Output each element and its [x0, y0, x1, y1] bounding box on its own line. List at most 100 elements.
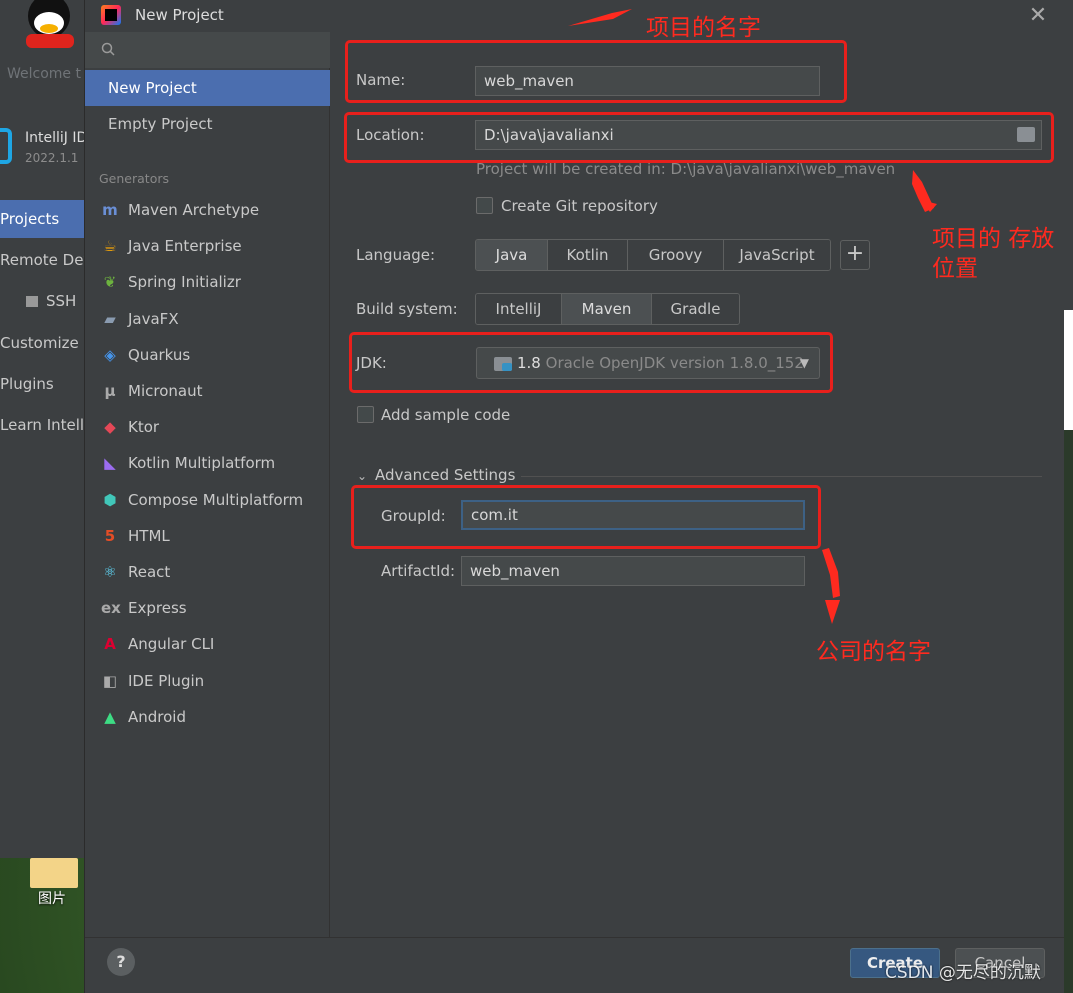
- artifactid-field[interactable]: web_maven: [461, 556, 805, 586]
- generator-item[interactable]: ex Express: [85, 590, 330, 626]
- search-input[interactable]: [85, 32, 330, 68]
- generator-item[interactable]: ▰ JavaFX: [85, 301, 330, 337]
- welcome-app-name: IntelliJ ID: [25, 130, 84, 146]
- language-option-groovy[interactable]: Groovy: [628, 240, 724, 270]
- generator-label: Express: [128, 599, 187, 618]
- annotation-box-location: [344, 112, 1054, 163]
- generator-item[interactable]: ◧ IDE Plugin: [85, 663, 330, 699]
- build-option-gradle[interactable]: Gradle: [652, 294, 739, 324]
- generator-label: Micronaut: [128, 382, 203, 400]
- annotation-box-jdk: [349, 332, 833, 393]
- generators-header: Generators: [99, 171, 169, 186]
- generator-label: Angular CLI: [128, 635, 215, 654]
- generator-item[interactable]: ◆ Ktor: [85, 409, 330, 445]
- welcome-title: Welcome t: [7, 66, 81, 82]
- generator-label: Kotlin Multiplatform: [128, 454, 276, 473]
- advanced-settings-toggle[interactable]: Advanced Settings: [375, 466, 515, 484]
- csdn-watermark: CSDN @无尽的沉默: [885, 963, 1041, 983]
- language-selector: Java Kotlin Groovy JavaScript: [475, 239, 831, 271]
- compose-icon: ⬢: [103, 490, 117, 509]
- generator-label: HTML: [128, 526, 170, 545]
- generator-label: JavaFX: [128, 309, 179, 328]
- maven-icon: m: [102, 201, 118, 219]
- generator-label: Compose Multiplatform: [128, 490, 304, 509]
- welcome-window: Welcome t IntelliJ ID 2022.1.1 Projects …: [0, 0, 84, 858]
- build-system-label: Build system:: [356, 300, 458, 318]
- quarkus-icon: ◈: [104, 345, 116, 364]
- generator-label: Maven Archetype: [128, 201, 260, 219]
- welcome-nav-customize[interactable]: Customize: [0, 324, 84, 362]
- generator-label: Android: [128, 707, 186, 726]
- search-icon: [101, 42, 115, 56]
- terminal-icon: [26, 296, 38, 307]
- dialog-titlebar: New Project ✕: [85, 0, 1064, 32]
- create-git-checkbox[interactable]: [476, 197, 493, 214]
- android-icon: ▲: [104, 707, 116, 726]
- generator-item[interactable]: m Maven Archetype: [85, 192, 330, 228]
- add-sample-code-label[interactable]: Add sample code: [381, 406, 510, 424]
- create-git-label[interactable]: Create Git repository: [501, 197, 658, 215]
- generator-item[interactable]: ⬢ Compose Multiplatform: [85, 482, 330, 518]
- language-option-java[interactable]: Java: [476, 240, 548, 270]
- annotation-box-name: [345, 40, 847, 103]
- background-window-edge: [1063, 0, 1073, 993]
- generator-label: Ktor: [128, 418, 160, 437]
- annotation-company-name: 公司的名字: [816, 639, 931, 665]
- generator-item[interactable]: ▲ Android: [85, 699, 330, 735]
- intellij-app-icon: [101, 5, 121, 25]
- project-type-empty-project[interactable]: Empty Project: [85, 106, 330, 142]
- generator-item[interactable]: ☕ Java Enterprise: [85, 228, 330, 264]
- close-icon[interactable]: ✕: [1025, 3, 1051, 29]
- ide-plugin-icon: ◧: [102, 671, 118, 690]
- add-sample-code-checkbox[interactable]: [357, 406, 374, 423]
- generator-item[interactable]: μ Micronaut: [85, 373, 330, 409]
- welcome-nav-ssh[interactable]: SSH: [0, 282, 84, 320]
- artifactid-label: ArtifactId:: [381, 562, 456, 580]
- express-icon: ex: [101, 599, 121, 618]
- micronaut-icon: μ: [104, 382, 116, 400]
- desktop-folder-icon[interactable]: 图片: [22, 856, 82, 916]
- welcome-nav-ssh-label: SSH: [46, 292, 77, 310]
- generator-label: Java Enterprise: [128, 237, 242, 256]
- generator-item[interactable]: 5 HTML: [85, 518, 330, 554]
- advanced-settings-divider: [521, 476, 1042, 477]
- angular-icon: A: [104, 635, 116, 654]
- welcome-nav-plugins[interactable]: Plugins: [0, 365, 84, 403]
- add-language-button[interactable]: +: [840, 240, 870, 270]
- spring-icon: ❦: [103, 273, 117, 292]
- generator-item[interactable]: ❦ Spring Initializr: [85, 264, 330, 300]
- generator-label: IDE Plugin: [128, 671, 205, 690]
- build-system-selector: IntelliJ Maven Gradle: [475, 293, 740, 325]
- dialog-title: New Project: [135, 6, 224, 24]
- annotation-box-groupid: [351, 485, 821, 549]
- build-option-maven[interactable]: Maven: [562, 294, 652, 324]
- kotlin-icon: ◣: [104, 454, 116, 473]
- welcome-nav-remote-dev[interactable]: Remote Dev: [0, 241, 84, 279]
- generator-item[interactable]: A Angular CLI: [85, 626, 330, 662]
- java-enterprise-icon: ☕: [103, 237, 117, 256]
- language-option-kotlin[interactable]: Kotlin: [548, 240, 628, 270]
- project-type-panel: New Project Empty Project Generators m Ma…: [85, 32, 330, 937]
- intellij-logo-icon: [0, 128, 12, 164]
- generator-item[interactable]: ◣ Kotlin Multiplatform: [85, 445, 330, 481]
- generator-label: React: [128, 563, 171, 581]
- annotation-project-location: 项目的 存放位置: [932, 226, 1055, 282]
- language-option-javascript[interactable]: JavaScript: [724, 240, 830, 270]
- welcome-nav-learn[interactable]: Learn Intelli: [0, 406, 84, 444]
- annotation-project-name: 项目的名字: [646, 15, 761, 41]
- generator-label: Spring Initializr: [128, 273, 241, 292]
- generator-item[interactable]: ⚛ React: [85, 554, 330, 590]
- build-option-intellij[interactable]: IntelliJ: [476, 294, 562, 324]
- generator-label: Quarkus: [128, 345, 191, 364]
- welcome-app-version: 2022.1.1: [25, 151, 79, 165]
- project-type-new-project[interactable]: New Project: [85, 70, 330, 106]
- generator-item[interactable]: ◈ Quarkus: [85, 337, 330, 373]
- language-label: Language:: [356, 246, 436, 264]
- ktor-icon: ◆: [104, 418, 116, 437]
- help-button[interactable]: ?: [107, 948, 135, 976]
- qq-penguin-icon: [22, 0, 78, 52]
- welcome-nav-projects[interactable]: Projects: [0, 200, 84, 238]
- html-icon: 5: [104, 526, 116, 545]
- desktop-icon-label: 图片: [38, 891, 66, 907]
- chevron-down-icon[interactable]: ⌄: [357, 469, 367, 483]
